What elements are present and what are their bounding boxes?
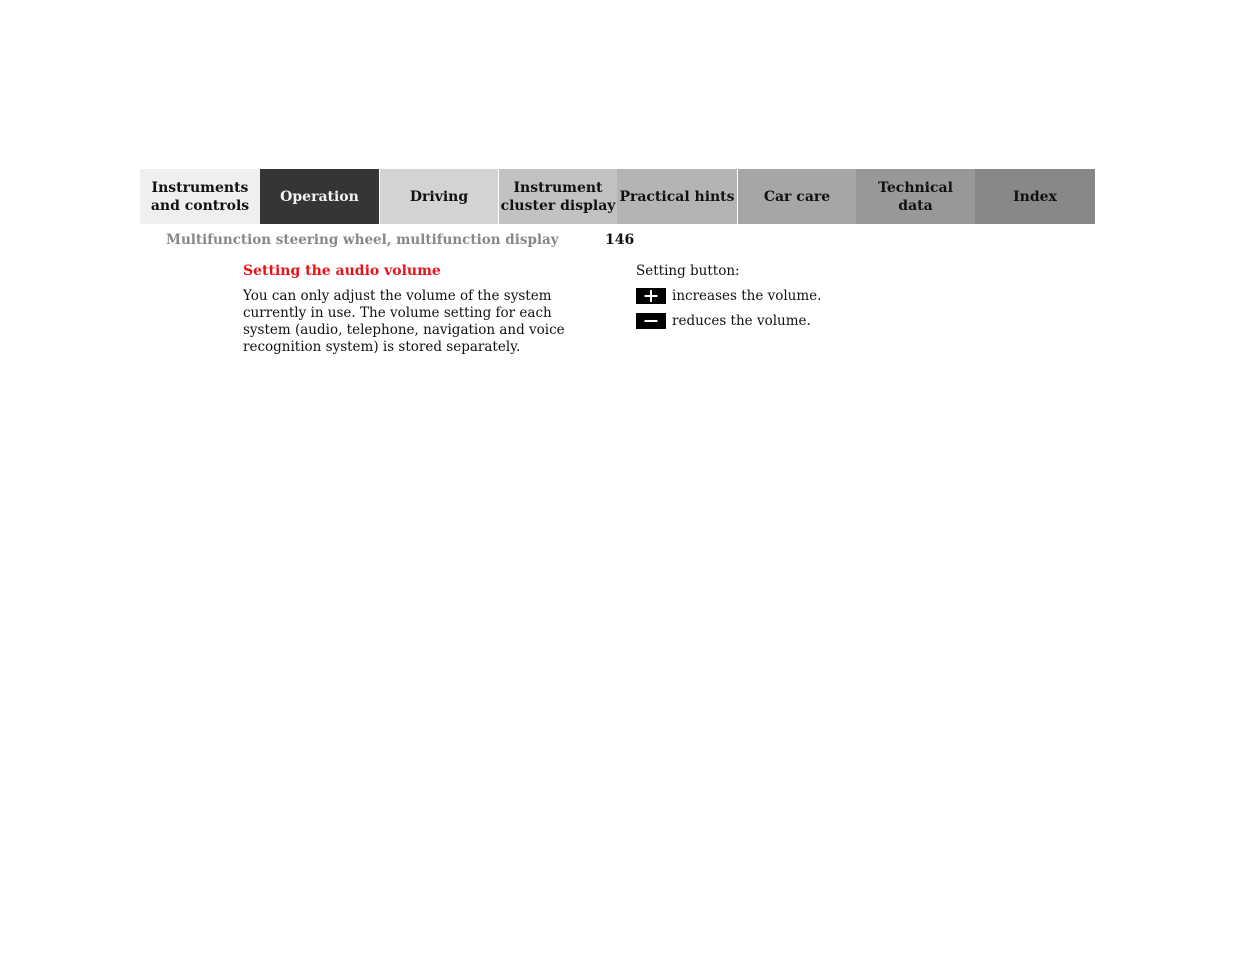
tab-label: Index bbox=[1013, 188, 1057, 205]
setting-button-label: Setting button: bbox=[636, 263, 740, 279]
section-heading: Setting the audio volume bbox=[243, 263, 441, 279]
chapter-tabs: Instruments and controls Operation Drivin… bbox=[140, 169, 1095, 224]
tab-practical-hints[interactable]: Practical hints bbox=[617, 169, 737, 224]
minus-icon bbox=[636, 313, 666, 329]
tab-label: Car care bbox=[763, 188, 831, 205]
tab-label: Operation bbox=[280, 188, 359, 205]
tab-label: and controls bbox=[150, 197, 250, 214]
tab-instrument-cluster-display[interactable]: Instrument cluster display bbox=[498, 169, 617, 224]
tab-car-care[interactable]: Car care bbox=[737, 169, 856, 224]
page-number: 146 bbox=[605, 232, 635, 248]
tab-operation[interactable]: Operation bbox=[260, 169, 379, 224]
tab-label: Practical hints bbox=[619, 188, 735, 205]
decrease-volume-item: reduces the volume. bbox=[636, 313, 811, 329]
plus-icon bbox=[636, 288, 666, 304]
tab-technical-data[interactable]: Technical data bbox=[856, 169, 975, 224]
tab-label: Instrument bbox=[513, 179, 603, 196]
tab-label: Instruments bbox=[151, 179, 249, 196]
tab-label: cluster display bbox=[500, 197, 616, 214]
tab-label: Technical bbox=[878, 179, 953, 196]
tab-driving[interactable]: Driving bbox=[379, 169, 498, 224]
increase-volume-text: increases the volume. bbox=[672, 288, 822, 304]
tab-label: data bbox=[898, 197, 933, 214]
increase-volume-item: increases the volume. bbox=[636, 288, 821, 304]
body-paragraph: You can only adjust the volume of the sy… bbox=[243, 288, 565, 355]
tab-instruments-and-controls[interactable]: Instruments and controls bbox=[140, 169, 260, 224]
tab-index[interactable]: Index bbox=[975, 169, 1095, 224]
decrease-volume-text: reduces the volume. bbox=[672, 313, 811, 329]
section-title: Multifunction steering wheel, multifunct… bbox=[166, 232, 559, 248]
tab-label: Driving bbox=[409, 188, 469, 205]
